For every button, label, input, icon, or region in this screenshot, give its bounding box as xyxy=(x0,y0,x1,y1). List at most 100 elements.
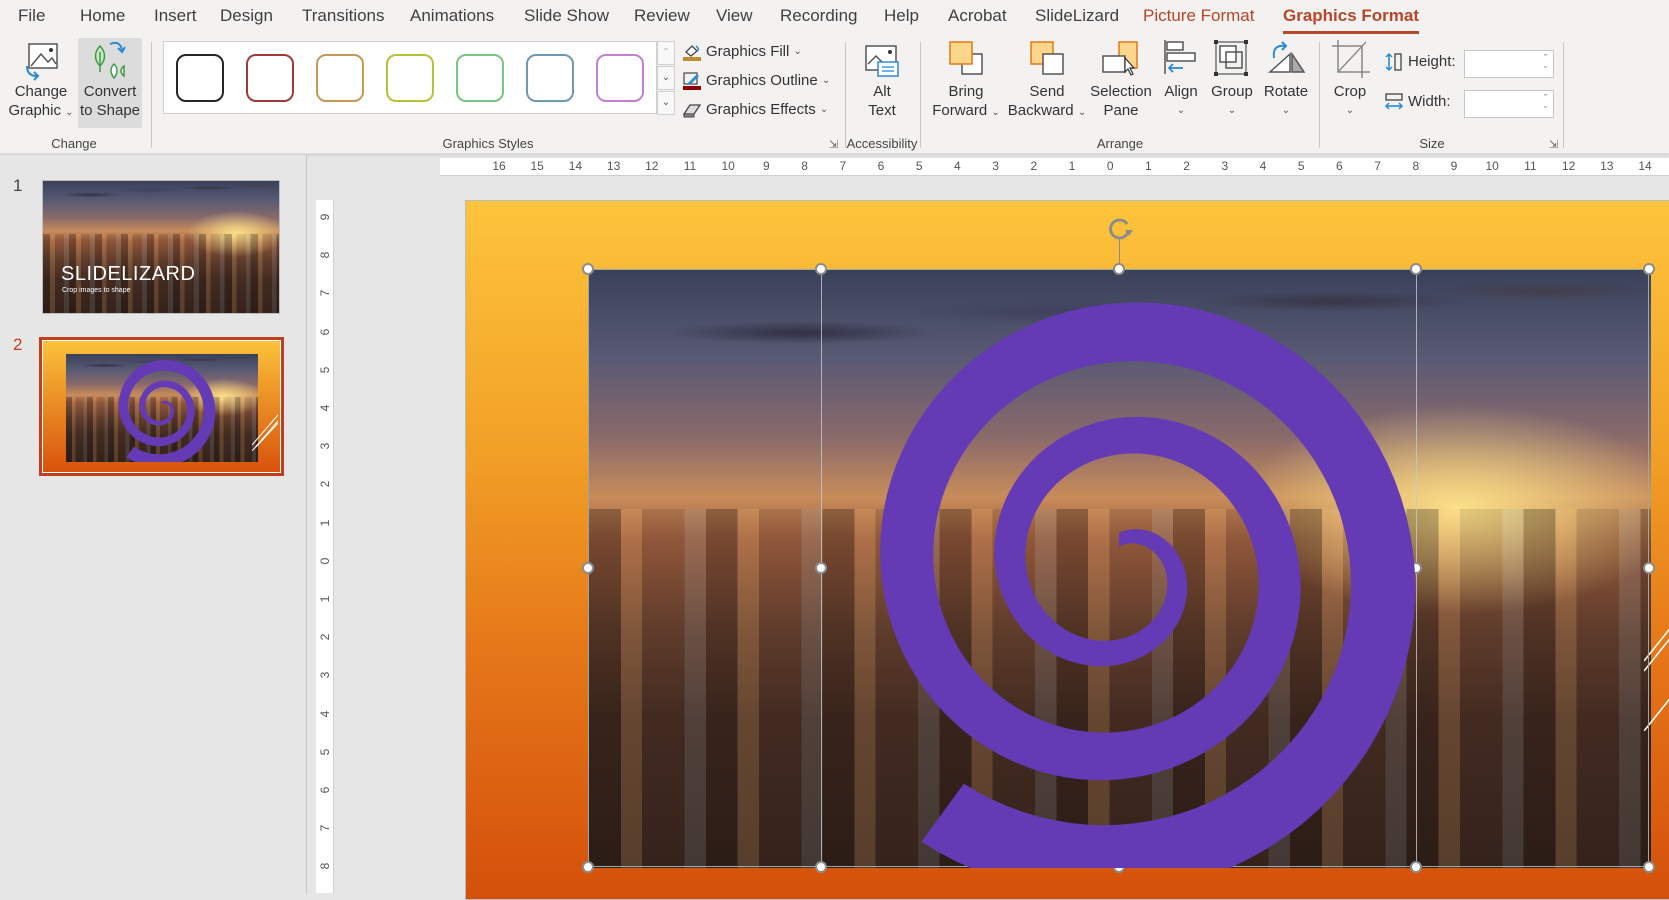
align-button[interactable]: Align ⌄ xyxy=(1156,38,1206,128)
ruler-tick-label: 8 xyxy=(801,159,808,173)
height-label: Height: xyxy=(1408,53,1456,70)
ruler-tick-label: 8 xyxy=(318,251,332,259)
graphics-styles-dialog-launcher-icon[interactable]: ⇲ xyxy=(829,138,838,151)
group-button[interactable]: Group ⌄ xyxy=(1206,38,1258,128)
selection-pane-icon xyxy=(1101,38,1141,82)
ruler-tick-label: 2 xyxy=(318,633,332,641)
tab-help[interactable]: Help xyxy=(884,6,919,26)
convert-to-shape-button[interactable]: Convert to Shape xyxy=(78,38,142,128)
tab-design[interactable]: Design xyxy=(220,6,273,26)
alt-text-button[interactable]: Alt Text xyxy=(852,38,912,128)
style-swatch-2[interactable] xyxy=(246,54,294,102)
tab-slide-show[interactable]: Slide Show xyxy=(524,6,609,26)
graphics-fill-button[interactable]: Graphics Fill ⌄ xyxy=(682,40,802,64)
width-input[interactable]: ˆˇ xyxy=(1464,90,1554,118)
chevron-down-icon: ⌄ xyxy=(1281,105,1291,116)
slide-thumbnail-2[interactable] xyxy=(42,340,281,473)
tab-home[interactable]: Home xyxy=(80,6,125,26)
effects-icon xyxy=(682,100,702,120)
style-swatch-4[interactable] xyxy=(386,54,434,102)
slide-thumbnail-1[interactable]: SLIDELIZARD Crop images to shape xyxy=(42,180,280,314)
group-label-change: Change xyxy=(51,136,97,151)
style-swatch-6[interactable] xyxy=(526,54,574,102)
ruler-tick-label: 6 xyxy=(1336,159,1343,173)
slide-number-1: 1 xyxy=(13,176,23,195)
tab-picture-format[interactable]: Picture Format xyxy=(1143,6,1254,26)
send-backward-label-2: Backward ⌄ xyxy=(1006,101,1088,122)
tab-view[interactable]: View xyxy=(716,6,753,26)
ribbon: Change Graphic ⌄ Convert to Shape Change… xyxy=(0,36,1669,154)
tab-transitions[interactable]: Transitions xyxy=(302,6,385,26)
ruler-tick-label: 7 xyxy=(839,159,847,173)
crop-button[interactable]: Crop ⌄ xyxy=(1326,38,1374,128)
ruler-tick-label: 6 xyxy=(318,786,332,794)
tab-slidelizard[interactable]: SlideLizard xyxy=(1035,6,1119,26)
size-dialog-launcher-icon[interactable]: ⇲ xyxy=(1549,138,1558,151)
ruler-tick-label: 9 xyxy=(1450,159,1458,173)
group-label-graphics-styles: Graphics Styles xyxy=(442,136,534,151)
bring-forward-label-2-text: Forward xyxy=(932,102,988,119)
tab-graphics-format[interactable]: Graphics Format xyxy=(1283,6,1420,34)
group-label-accessibility: Accessibility xyxy=(846,136,918,151)
alt-text-label-2: Text xyxy=(868,102,896,119)
ruler-tick-label: 4 xyxy=(318,710,332,717)
ruler-tick-label: 1 xyxy=(318,519,332,526)
ruler-tick-label: 13 xyxy=(606,159,621,173)
group-separator xyxy=(845,42,846,148)
city-photo[interactable] xyxy=(589,270,1651,868)
ruler-tick-label: 1 xyxy=(1068,159,1076,173)
send-backward-label-1: Send xyxy=(1029,83,1065,100)
ribbon-tab-bar: File Home Insert Design Transitions Anim… xyxy=(0,0,1669,36)
ruler-tick-label: 0 xyxy=(318,557,332,565)
ruler-tick-label: 7 xyxy=(318,824,332,832)
tab-insert[interactable]: Insert xyxy=(154,6,197,26)
style-swatch-5[interactable] xyxy=(456,54,504,102)
style-swatch-7[interactable] xyxy=(596,54,644,102)
rotate-icon xyxy=(1266,38,1306,82)
width-label-group: Width: xyxy=(1384,90,1451,114)
ruler-tick-label: 3 xyxy=(318,442,332,450)
rotate-handle-icon[interactable] xyxy=(1105,214,1135,244)
width-spinner[interactable]: ˆˇ xyxy=(1544,92,1547,116)
style-swatch-1[interactable] xyxy=(176,54,224,102)
ruler-tick-label: 0 xyxy=(1106,159,1114,173)
gallery-scroll-up-button[interactable]: ⌃ xyxy=(657,41,675,65)
height-input[interactable]: ˆˇ xyxy=(1464,50,1554,78)
send-backward-label-2-text: Backward xyxy=(1007,102,1074,119)
tab-animations[interactable]: Animations xyxy=(410,6,494,26)
align-icon xyxy=(1161,38,1201,82)
tab-review[interactable]: Review xyxy=(634,6,690,26)
graphics-effects-button[interactable]: Graphics Effects ⌄ xyxy=(682,98,828,122)
tab-recording[interactable]: Recording xyxy=(780,6,858,26)
height-spinner[interactable]: ˆˇ xyxy=(1544,52,1547,76)
chevron-down-icon: ⌄ xyxy=(1176,105,1186,116)
ruler-tick-label: 2 xyxy=(318,481,332,488)
style-swatch-3[interactable] xyxy=(316,54,364,102)
ruler-tick-label: 9 xyxy=(318,213,332,221)
ruler-tick-label: 8 xyxy=(318,863,332,870)
ruler-tick-label: 5 xyxy=(1297,159,1305,173)
gallery-scroll-down-button[interactable]: ⌄ xyxy=(657,66,675,90)
send-backward-button[interactable]: Send Backward ⌄ xyxy=(1006,38,1088,128)
rotate-button[interactable]: Rotate ⌄ xyxy=(1258,38,1314,128)
ruler-tick-label: 4 xyxy=(318,404,332,412)
tab-acrobat[interactable]: Acrobat xyxy=(948,6,1007,26)
bring-forward-button[interactable]: Bring Forward ⌄ xyxy=(928,38,1004,128)
ruler-tick-label: 5 xyxy=(318,748,332,756)
change-graphic-button[interactable]: Change Graphic ⌄ xyxy=(6,38,76,128)
change-graphic-label-2-text: Graphic xyxy=(8,102,61,119)
convert-to-shape-icon xyxy=(90,38,130,82)
spiral-shape[interactable] xyxy=(589,270,1651,868)
gallery-expand-button[interactable]: ⌄ xyxy=(657,91,675,115)
graphics-fill-label: Graphics Fill xyxy=(706,43,790,60)
selection-pane-button[interactable]: Selection Pane xyxy=(1088,38,1154,128)
group-separator xyxy=(1319,42,1320,148)
ruler-tick-label: 12 xyxy=(645,159,659,173)
ruler-tick-label: 10 xyxy=(1485,159,1499,173)
ruler-tick-label: 14 xyxy=(568,159,583,173)
rotate-label: Rotate xyxy=(1263,83,1309,100)
graphics-outline-label: Graphics Outline xyxy=(706,72,818,89)
tab-file[interactable]: File xyxy=(18,6,45,26)
horizontal-ruler: 16 15 14 13 12 11 10 9 8 7 6 5 4 3 2 1 0 1 2 3 4 5 6 7 8 9 10 11 12 1… xyxy=(440,158,1669,176)
graphics-outline-button[interactable]: Graphics Outline ⌄ xyxy=(682,69,830,93)
